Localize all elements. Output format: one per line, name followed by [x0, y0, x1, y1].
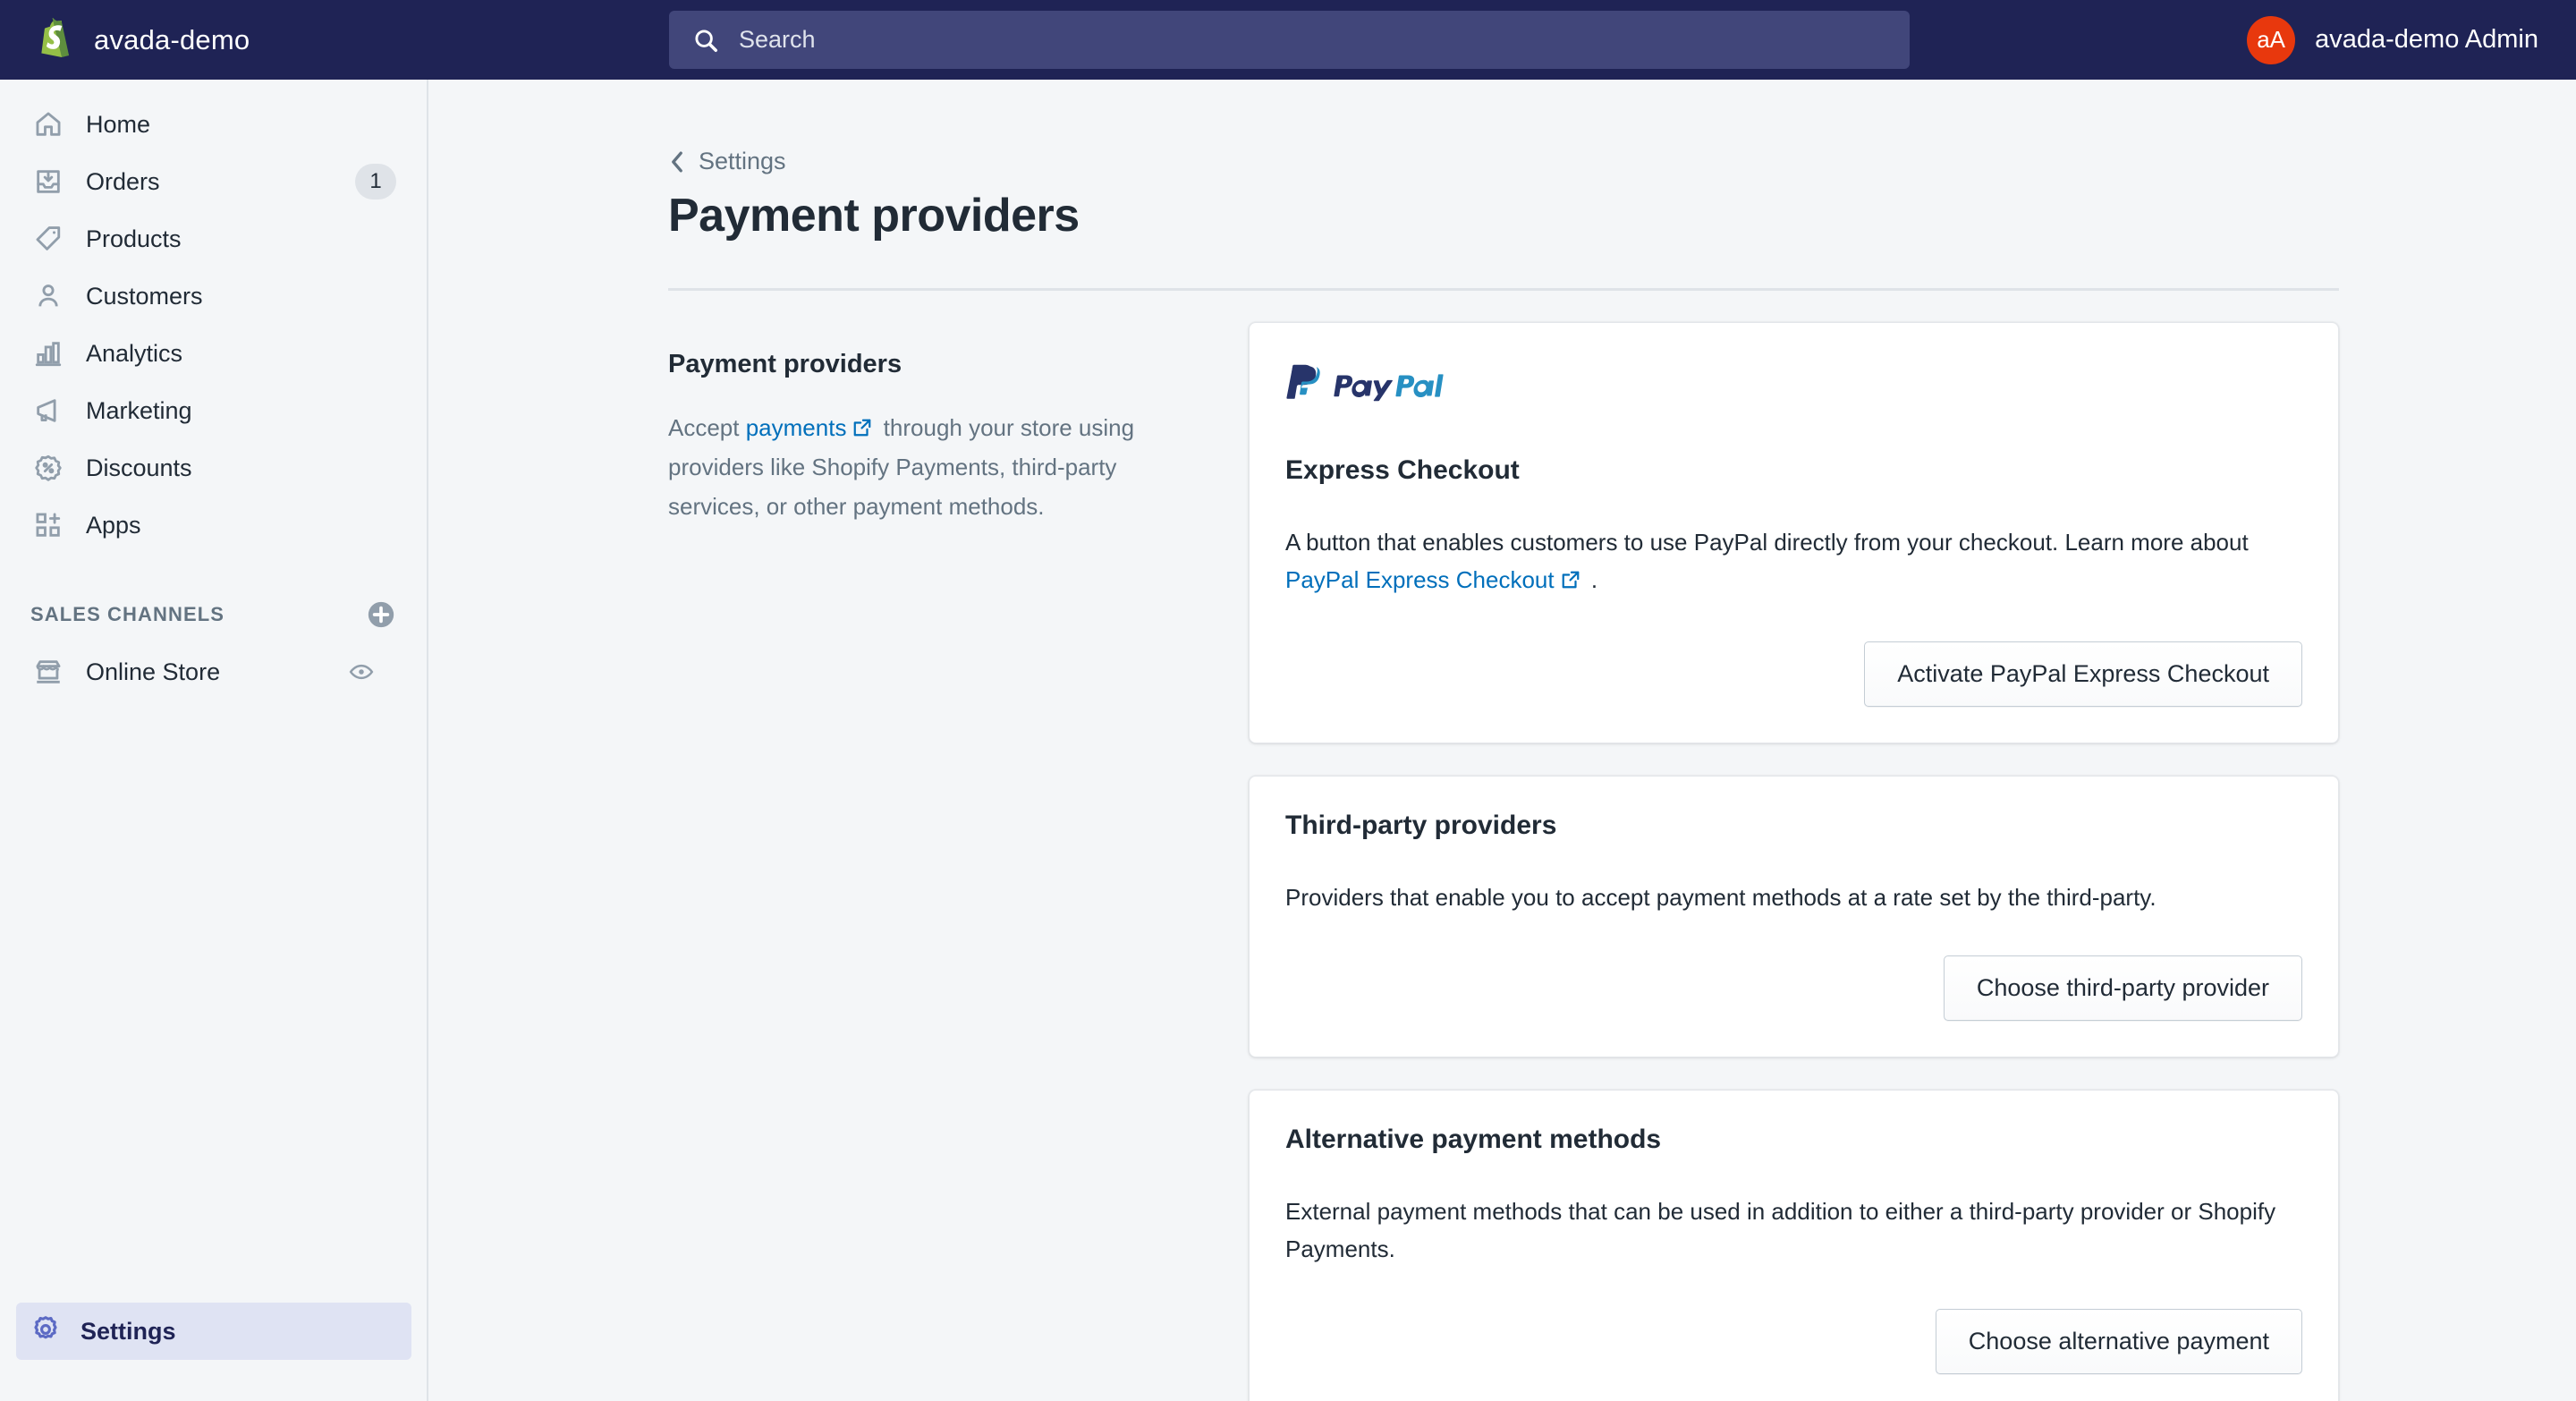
sidebar-item-analytics[interactable]: Analytics [16, 325, 411, 382]
sidebar-item-label: Apps [86, 511, 141, 539]
home-icon [30, 106, 66, 142]
main-content: Settings Payment providers Payment provi… [428, 80, 2576, 1401]
sidebar-item-customers[interactable]: Customers [16, 267, 411, 325]
sidebar-item-home[interactable]: Home [16, 96, 411, 153]
external-link-icon [1561, 563, 1580, 589]
sidebar-item-online-store[interactable]: Online Store [16, 643, 411, 700]
sidebar-item-label: Orders [86, 167, 160, 195]
shopify-bag-icon [34, 17, 74, 63]
card-body: A button that enables customers to use P… [1285, 523, 2302, 599]
sidebar-item-label: Marketing [86, 396, 192, 424]
section-body: Accept payments through your store using… [668, 408, 1151, 526]
sales-channels-header: SALES CHANNELS [30, 595, 396, 634]
choose-alternative-payment-button[interactable]: Choose alternative payment [1935, 1309, 2302, 1374]
customers-person-icon [30, 278, 66, 314]
orders-inbox-icon [30, 164, 66, 200]
breadcrumb[interactable]: Settings [668, 148, 786, 175]
card-actions: Activate PayPal Express Checkout [1285, 641, 2302, 707]
card-body: External payment methods that can be use… [1285, 1198, 2276, 1262]
header-divider [668, 288, 2339, 291]
sidebar-nav-list: Home Orders 1 Products Customers Analyti… [0, 80, 427, 554]
sidebar: Home Orders 1 Products Customers Analyti… [0, 80, 428, 1401]
sidebar-item-label: Settings [80, 1317, 176, 1345]
card-body-before-link: A button that enables customers to use P… [1285, 529, 2249, 556]
sales-channels-title: SALES CHANNELS [30, 603, 225, 625]
storefront-icon [30, 654, 66, 690]
paypal-express-checkout-link[interactable]: PayPal Express Checkout [1285, 566, 1555, 593]
payments-link[interactable]: payments [746, 414, 847, 441]
sidebar-item-settings[interactable]: Settings [16, 1303, 411, 1360]
page-title: Payment providers [668, 190, 1080, 242]
paypal-logo-icon [1285, 362, 1457, 409]
search-placeholder: Search [739, 26, 816, 53]
body-text-before-link: Accept [668, 414, 746, 441]
sidebar-item-products[interactable]: Products [16, 210, 411, 267]
user-name: avada-demo Admin [2315, 25, 2538, 54]
card-heading: Express Checkout [1285, 455, 1520, 485]
plus-circle-icon[interactable] [366, 599, 396, 630]
user-menu-button[interactable]: aA avada-demo Admin [2247, 0, 2538, 80]
search-icon [692, 27, 719, 54]
sidebar-item-label: Discounts [86, 454, 192, 481]
card-heading: Alternative payment methods [1285, 1125, 1662, 1154]
payment-cards: Express Checkout A button that enables c… [1249, 322, 2339, 1401]
card-heading: Third-party providers [1285, 811, 1557, 840]
sidebar-item-apps[interactable]: Apps [16, 497, 411, 554]
sidebar-item-marketing[interactable]: Marketing [16, 382, 411, 439]
discounts-percent-icon [30, 450, 66, 486]
activate-paypal-express-checkout-button[interactable]: Activate PayPal Express Checkout [1864, 641, 2302, 707]
marketing-megaphone-icon [30, 393, 66, 429]
card-body-after-link: . [1584, 566, 1598, 593]
sidebar-item-label: Customers [86, 282, 203, 310]
search-input[interactable]: Search [669, 11, 1910, 69]
sidebar-item-discounts[interactable]: Discounts [16, 439, 411, 497]
sidebar-item-label: Online Store [86, 658, 221, 685]
avatar: aA [2247, 15, 2296, 64]
status-badge: 1 [355, 164, 396, 200]
products-tag-icon [30, 221, 66, 257]
eye-icon[interactable] [334, 654, 389, 690]
paypal-card: Express Checkout A button that enables c… [1249, 322, 2339, 743]
card-body: Providers that enable you to accept paym… [1285, 884, 2157, 911]
alternative-payment-methods-card: Alternative payment methods External pay… [1249, 1090, 2339, 1401]
analytics-bars-icon [30, 335, 66, 371]
external-link-icon [852, 410, 872, 437]
sidebar-item-orders[interactable]: Orders 1 [16, 153, 411, 210]
third-party-providers-card: Third-party providers Providers that ena… [1249, 776, 2339, 1057]
card-actions: Choose third-party provider [1285, 955, 2302, 1021]
top-bar: avada-demo Search aA avada-demo Admin [0, 0, 2576, 80]
sidebar-item-label: Analytics [86, 339, 183, 367]
apps-grid-plus-icon [30, 507, 66, 543]
payment-providers-description: Payment providers Accept payments throug… [668, 350, 1151, 526]
sidebar-item-label: Home [86, 110, 151, 138]
card-actions: Choose alternative payment [1285, 1309, 2302, 1374]
section-heading: Payment providers [668, 350, 902, 378]
chevron-left-icon [668, 149, 686, 174]
brand-name: avada-demo [94, 23, 250, 55]
brand-home-link[interactable]: avada-demo [34, 17, 428, 63]
choose-third-party-provider-button[interactable]: Choose third-party provider [1943, 955, 2302, 1021]
sidebar-item-label: Products [86, 225, 182, 252]
gear-icon [30, 1314, 61, 1349]
breadcrumb-label: Settings [699, 148, 786, 174]
